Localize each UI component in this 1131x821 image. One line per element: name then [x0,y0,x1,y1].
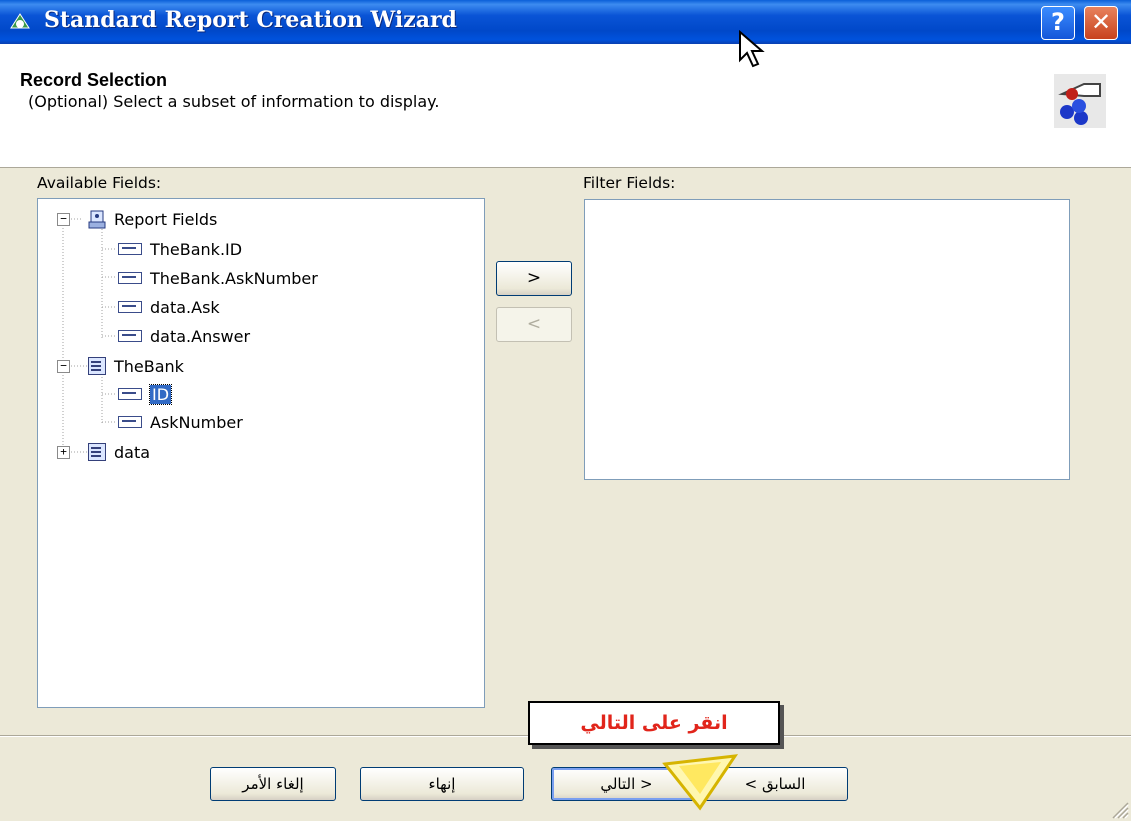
tree-item-label: TheBank.AskNumber [150,268,318,288]
instruction-callout: انقر على التالي [528,701,780,745]
tree-item-label: TheBank [114,356,184,376]
available-fields-tree[interactable]: − Report Fields TheBank.ID TheBank.AskNu… [37,198,485,708]
available-fields-label: Available Fields: [37,174,162,192]
tree-item-label: data [114,442,151,462]
tree-item-label: Report Fields [114,209,218,229]
title-bar[interactable]: Standard Report Creation Wizard ? ✕ [0,0,1131,44]
filter-fields-list[interactable] [584,199,1070,480]
resize-grip-icon[interactable] [1109,799,1129,819]
tree-item-asknumber[interactable]: AskNumber [118,409,243,435]
field-icon [118,416,142,428]
report-fields-icon [88,210,106,228]
tree-item-thebank[interactable]: TheBank [88,353,184,379]
wizard-header: Record Selection (Optional) Select a sub… [0,44,1131,168]
expand-toggle[interactable]: + [57,446,70,459]
tree-item-report-fields[interactable]: Report Fields [88,206,217,232]
field-icon [118,243,142,255]
page-title: Record Selection [20,70,168,90]
mouse-cursor-icon [739,30,765,68]
tree-item-id[interactable]: ID [118,381,173,407]
callout-pointer-icon [662,754,739,811]
field-icon [118,272,142,284]
tree-item-thebank-id[interactable]: TheBank.ID [118,236,242,262]
tree-item-data-answer[interactable]: data.Answer [118,323,250,349]
filter-fields-label: Filter Fields: [583,174,676,192]
tree-item-label: TheBank.ID [150,239,243,259]
collapse-toggle[interactable]: − [57,360,70,373]
window-title: Standard Report Creation Wizard [44,7,457,33]
wizard-icon [10,13,30,29]
tree-item-label-selected: ID [148,383,173,405]
help-button[interactable]: ? [1041,6,1075,40]
collapse-toggle[interactable]: − [57,213,70,226]
finish-button[interactable]: إنهاء [360,767,524,801]
cancel-button[interactable]: إلغاء الأمر [210,767,336,801]
table-icon [88,357,106,375]
field-icon [118,301,142,313]
add-filter-button[interactable]: > [496,261,572,296]
page-subtitle: (Optional) Select a subset of informatio… [28,92,440,111]
tree-item-label: AskNumber [150,412,243,432]
tree-item-label: data.Ask [150,297,220,317]
field-icon [118,330,142,342]
table-icon [88,443,106,461]
tree-item-label: data.Answer [150,326,251,346]
field-icon [118,388,142,400]
close-button[interactable]: ✕ [1084,6,1118,40]
record-selection-icon [1054,74,1106,128]
tree-item-thebank-asknumber[interactable]: TheBank.AskNumber [118,265,318,291]
remove-filter-button[interactable]: < [496,307,572,342]
tree-item-data-ask[interactable]: data.Ask [118,294,220,320]
tree-item-data[interactable]: data [88,439,150,465]
